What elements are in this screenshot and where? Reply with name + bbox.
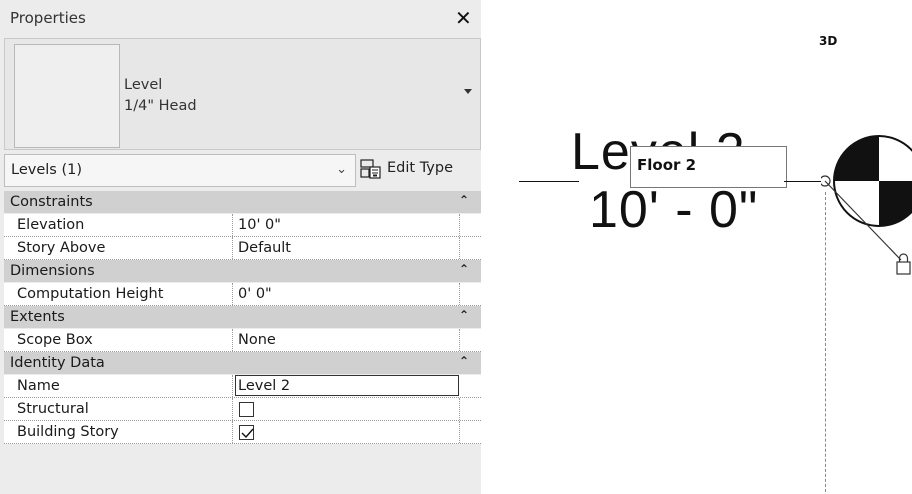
property-value-field[interactable]: None [233, 329, 460, 351]
property-cell-spacer [460, 398, 481, 420]
property-cell-spacer [460, 283, 481, 305]
property-value-field[interactable]: Default [233, 237, 460, 259]
property-cell-spacer [460, 329, 481, 351]
property-value-text: 10' 0" [238, 217, 281, 233]
collapse-icon[interactable]: ⌃ [459, 193, 469, 207]
dropdown-arrow-icon[interactable] [464, 89, 472, 94]
property-name: Building Story [4, 421, 233, 443]
property-name-text: Story Above [17, 240, 106, 256]
collapse-icon[interactable]: ⌃ [459, 354, 469, 368]
level-head-marker-icon[interactable] [821, 132, 912, 282]
property-name: Structural [4, 398, 233, 420]
property-row-story-above: Story Above Default [4, 237, 481, 260]
edit-type-label: Edit Type [387, 160, 453, 176]
property-cell-spacer [460, 237, 481, 259]
property-value-text: Level 2 [238, 378, 291, 394]
group-title: Extents [10, 309, 65, 325]
name-input[interactable]: Level 2 [235, 375, 459, 396]
property-name: Name [4, 375, 233, 397]
property-row-scope-box: Scope Box None [4, 329, 481, 352]
property-value-text: None [238, 332, 276, 348]
type-name-label: 1/4" Head [124, 98, 197, 114]
property-name: Story Above [4, 237, 233, 259]
property-row-building-story: Building Story [4, 421, 481, 444]
property-row-elevation: Elevation 10' 0" [4, 214, 481, 237]
palette-title: Properties [10, 9, 86, 27]
property-value-field[interactable]: 10' 0" [233, 214, 460, 236]
group-identity-data[interactable]: Identity Data ⌃ [4, 352, 481, 374]
property-value-field [233, 421, 460, 443]
property-name-text: Structural [17, 401, 89, 417]
close-icon[interactable]: ✕ [455, 6, 472, 30]
property-name: Elevation [4, 214, 233, 236]
property-row-name: Name Level 2 [4, 375, 481, 398]
group-constraints[interactable]: Constraints ⌃ [4, 191, 481, 213]
instance-filter-label: Levels (1) [11, 162, 82, 178]
type-selector[interactable]: Level 1/4" Head [4, 38, 481, 150]
collapse-icon[interactable]: ⌃ [459, 262, 469, 276]
property-value-text: 0' 0" [238, 286, 272, 302]
group-extents[interactable]: Extents ⌃ [4, 306, 481, 328]
instance-filter-row: Levels (1) ⌄ Edit Type [4, 154, 481, 187]
property-name: Scope Box [4, 329, 233, 351]
property-value-text: Default [238, 240, 291, 256]
group-title: Constraints [10, 194, 93, 210]
property-value-field[interactable]: 0' 0" [233, 283, 460, 305]
property-cell-spacer [460, 214, 481, 236]
property-name: Computation Height [4, 283, 233, 305]
properties-palette: Properties ✕ Level 1/4" Head Levels (1) … [0, 0, 481, 494]
checkmark-icon [241, 428, 254, 439]
property-row-computation-height: Computation Height 0' 0" [4, 283, 481, 306]
building-story-checkbox[interactable] [239, 425, 254, 440]
group-dimensions[interactable]: Dimensions ⌃ [4, 260, 481, 282]
level-line-right[interactable] [784, 181, 824, 182]
type-family-label: Level [124, 77, 163, 93]
properties-grid: Constraints ⌃ Elevation 10' 0" Story Abo… [4, 191, 481, 444]
property-name-text: Computation Height [17, 286, 164, 302]
properties-titlebar: Properties ✕ [0, 0, 481, 38]
edit-type-icon [360, 159, 381, 179]
type-preview-image [14, 44, 120, 148]
chevron-down-icon[interactable]: ⌄ [336, 162, 347, 177]
collapse-icon[interactable]: ⌃ [459, 308, 469, 322]
view-label: 3D [819, 34, 838, 48]
group-title: Identity Data [10, 355, 105, 371]
tooltip-text: Floor 2 [637, 156, 697, 174]
property-name-text: Elevation [17, 217, 85, 233]
instance-filter-dropdown[interactable]: Levels (1) ⌄ [4, 154, 356, 187]
level-line-left[interactable] [519, 181, 579, 182]
property-name-text: Scope Box [17, 332, 93, 348]
property-name-text: Building Story [17, 424, 119, 440]
property-cell-spacer [460, 421, 481, 443]
property-cell-spacer [460, 375, 481, 397]
level-name-tooltip: Floor 2 [630, 146, 787, 188]
group-title: Dimensions [10, 263, 95, 279]
property-row-structural: Structural [4, 398, 481, 421]
property-value-field [233, 398, 460, 420]
property-name-text: Name [17, 378, 60, 394]
drawing-canvas[interactable]: 3D Level 2 10' - 0" Floor 2 [481, 0, 912, 494]
structural-checkbox[interactable] [239, 402, 254, 417]
level-elevation-text[interactable]: 10' - 0" [589, 180, 758, 240]
edit-type-button[interactable]: Edit Type [360, 154, 478, 185]
